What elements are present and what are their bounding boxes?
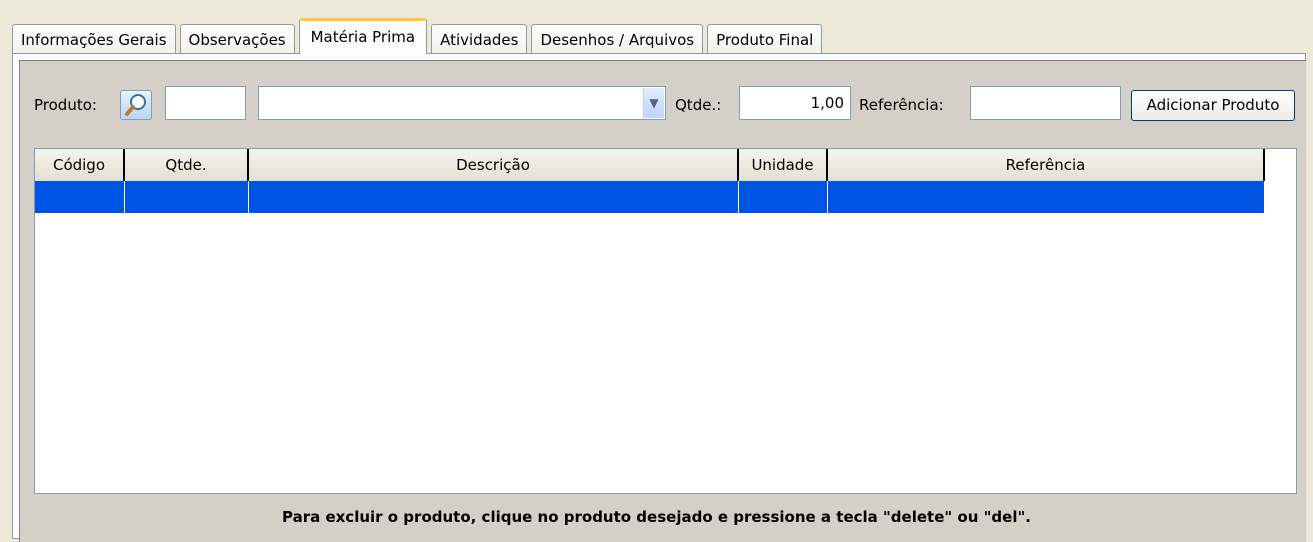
produto-label: Produto: (34, 96, 97, 114)
column-header-codigo[interactable]: Código (35, 149, 125, 181)
column-header-descricao[interactable]: Descrição (249, 149, 739, 181)
column-header-qtde[interactable]: Qtde. (125, 149, 249, 181)
qtde-input[interactable]: 1,00 (739, 86, 851, 120)
table-row[interactable] (35, 181, 1264, 213)
magnifier-icon (125, 94, 146, 116)
cell-unidade (739, 181, 828, 213)
product-search-button[interactable] (120, 90, 152, 120)
add-product-button[interactable]: Adicionar Produto (1131, 90, 1295, 121)
products-grid[interactable]: Código Qtde. Descrição Unidade Referênci… (34, 148, 1297, 494)
qtde-label: Qtde.: (675, 96, 722, 114)
cell-codigo (35, 181, 125, 213)
referencia-label: Referência: (859, 96, 944, 114)
cell-qtde (125, 181, 249, 213)
cell-descricao (249, 181, 739, 213)
tab-observacoes[interactable]: Observações (179, 24, 295, 54)
tab-desenhos-arquivos[interactable]: Desenhos / Arquivos (531, 24, 704, 54)
tab-informacoes-gerais[interactable]: Informações Gerais (12, 24, 176, 54)
cell-referencia (828, 181, 1264, 213)
tab-produto-final[interactable]: Produto Final (707, 24, 823, 54)
product-code-input[interactable] (165, 86, 246, 120)
tab-materia-prima[interactable]: Matéria Prima (298, 18, 428, 54)
delete-hint-text: Para excluir o produto, clique no produt… (282, 508, 1031, 526)
referencia-input[interactable] (970, 86, 1121, 120)
chevron-down-icon[interactable]: ▼ (643, 88, 664, 118)
column-header-referencia[interactable]: Referência (828, 149, 1265, 181)
tab-atividades[interactable]: Atividades (431, 24, 528, 54)
product-select[interactable]: ▼ (258, 86, 666, 120)
column-header-unidade[interactable]: Unidade (739, 149, 828, 181)
tab-bar: Informações Gerais Observações Matéria P… (12, 18, 826, 54)
